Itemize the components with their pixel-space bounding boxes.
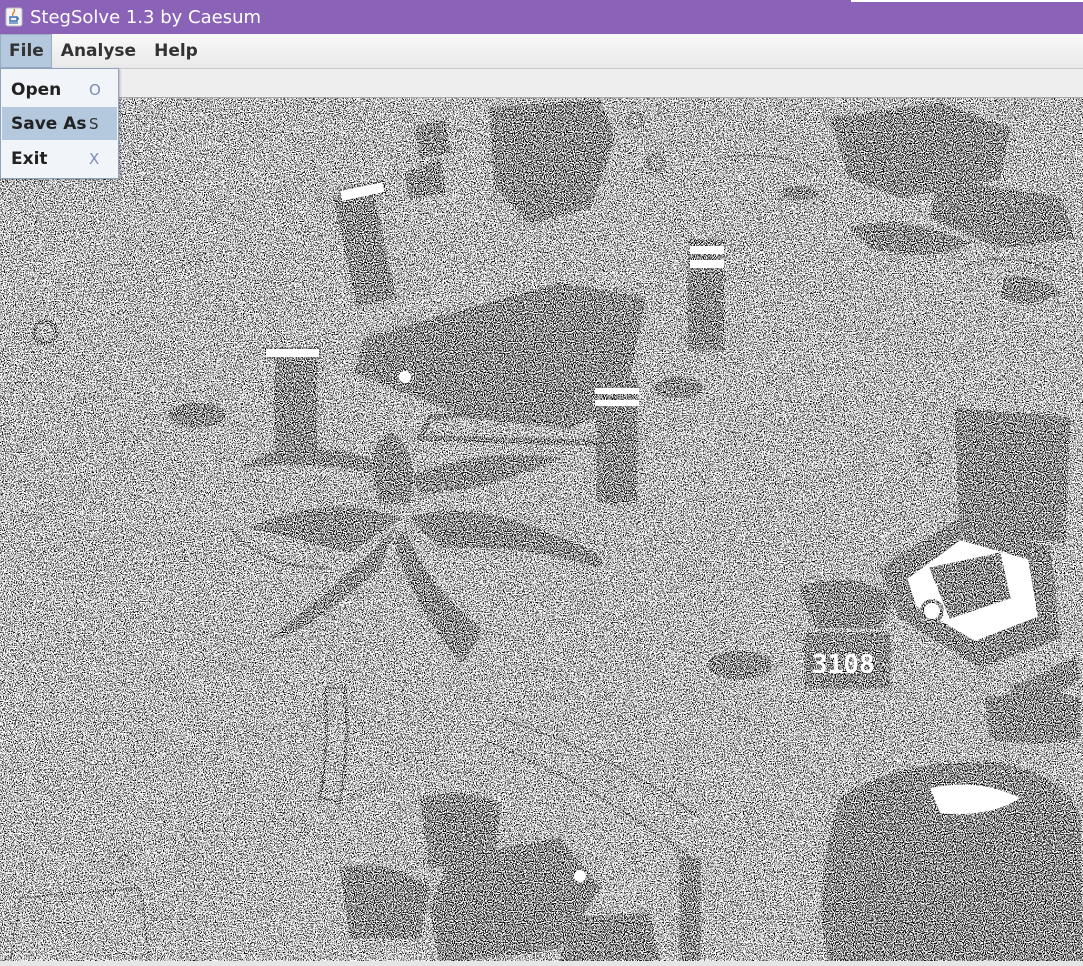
menu-analyse[interactable]: Analyse	[52, 34, 145, 68]
menu-item-exit-accelerator: X	[89, 149, 100, 168]
menu-help[interactable]: Help	[145, 34, 207, 68]
stegsolve-window: StegSolve 1.3 by Caesum File Analyse Hel…	[0, 0, 1083, 966]
menu-item-open-accelerator: O	[89, 80, 101, 99]
menu-file[interactable]: File	[0, 34, 52, 68]
menu-item-open[interactable]: Open O	[2, 73, 117, 106]
image-header-strip	[0, 69, 1083, 98]
java-coffee-cup-icon	[4, 7, 24, 27]
window-title: StegSolve 1.3 by Caesum	[30, 6, 262, 28]
titlebar-edge	[851, 0, 1083, 2]
menu-bar: File Analyse Help	[0, 34, 1083, 69]
plate-label: 3108	[812, 650, 875, 680]
image-canvas[interactable]: 3108	[0, 98, 1083, 964]
menu-item-save-as-accelerator: S	[89, 114, 99, 133]
window-bottom-edge	[0, 961, 1083, 966]
plate-3108-text: 3108	[812, 650, 875, 680]
title-bar[interactable]: StegSolve 1.3 by Caesum	[0, 0, 1083, 34]
menu-item-exit-label: Exit	[11, 148, 48, 169]
file-dropdown-menu: Open O Save As S Exit X	[0, 68, 119, 179]
menu-item-exit[interactable]: Exit X	[2, 142, 117, 175]
menu-item-save-as[interactable]: Save As S	[2, 107, 117, 140]
menu-item-open-label: Open	[11, 79, 62, 100]
menu-item-save-as-label: Save As	[11, 113, 87, 134]
